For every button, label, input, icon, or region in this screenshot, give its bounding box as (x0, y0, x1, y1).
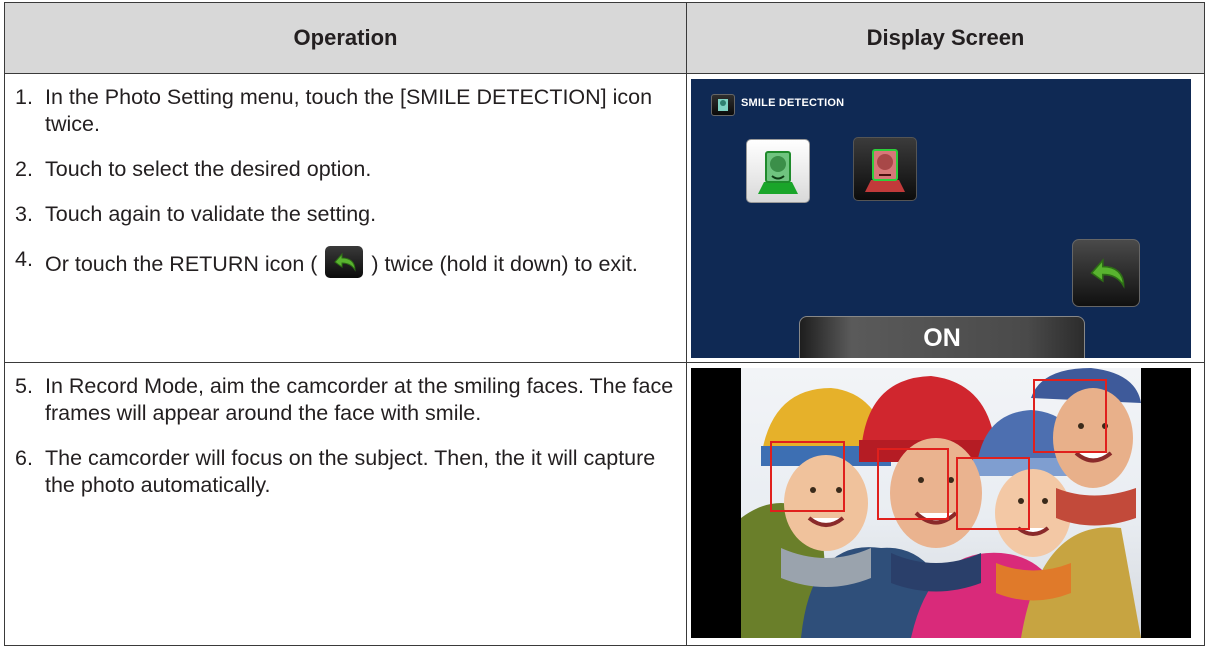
face-frame (877, 448, 949, 520)
list-item: 3. Touch again to validate the setting. (15, 201, 678, 228)
list-item: 2. Touch to select the desired option. (15, 156, 678, 183)
face-frame (956, 457, 1030, 530)
table-row: 5. In Record Mode, aim the camcorder at … (4, 362, 1205, 646)
step-text: Touch to select the desired option. (45, 157, 372, 181)
operation-cell: 5. In Record Mode, aim the camcorder at … (4, 362, 687, 646)
step-text-after: ) twice (hold it down) to exit. (371, 252, 638, 276)
operation-table: Operation Display Screen 1. In the Photo… (4, 2, 1205, 646)
step-number: 6. (15, 446, 33, 470)
list-item: 5. In Record Mode, aim the camcorder at … (15, 373, 678, 427)
table-header-row: Operation Display Screen (4, 2, 1205, 74)
screen-title: SMILE DETECTION (741, 97, 845, 109)
smile-on-icon[interactable] (746, 139, 810, 203)
return-icon[interactable] (1072, 239, 1140, 307)
step-list: 5. In Record Mode, aim the camcorder at … (5, 363, 686, 499)
camera-lcd-screen: SMILE DETECTION ON (691, 79, 1191, 358)
step-text: Touch again to validate the setting. (45, 202, 377, 226)
column-header-display-screen: Display Screen (686, 2, 1205, 74)
operation-cell: 1. In the Photo Setting menu, touch the … (4, 73, 687, 363)
column-header-operation: Operation (4, 2, 687, 74)
step-text: Or touch the RETURN icon ( ) twice (hold … (45, 246, 678, 278)
table-row: 1. In the Photo Setting menu, touch the … (4, 73, 1205, 363)
step-list: 1. In the Photo Setting menu, touch the … (5, 74, 686, 278)
step-text-before: Or touch the RETURN icon ( (45, 252, 318, 276)
step-text: In the Photo Setting menu, touch the [SM… (45, 85, 653, 136)
step-number: 2. (15, 157, 33, 181)
smile-detection-icon (711, 94, 735, 116)
display-screen-cell: SMILE DETECTION ON (686, 73, 1205, 363)
step-number: 5. (15, 374, 33, 398)
step-number: 4. (15, 247, 33, 271)
step-number: 1. (15, 85, 33, 109)
face-frame (1033, 379, 1107, 453)
family-photo (691, 368, 1191, 638)
display-screen-cell (686, 362, 1205, 646)
face-frame (770, 441, 845, 512)
step-number: 3. (15, 202, 33, 226)
selected-value-button[interactable]: ON (799, 316, 1085, 358)
smile-off-icon[interactable] (853, 137, 917, 201)
list-item: 6. The camcorder will focus on the subje… (15, 445, 678, 499)
list-item: 4. Or touch the RETURN icon ( ) twice (ho… (15, 246, 678, 278)
list-item: 1. In the Photo Setting menu, touch the … (15, 84, 678, 138)
step-text: The camcorder will focus on the subject.… (45, 446, 656, 497)
step-text: In Record Mode, aim the camcorder at the… (45, 374, 674, 425)
return-icon (325, 246, 364, 278)
